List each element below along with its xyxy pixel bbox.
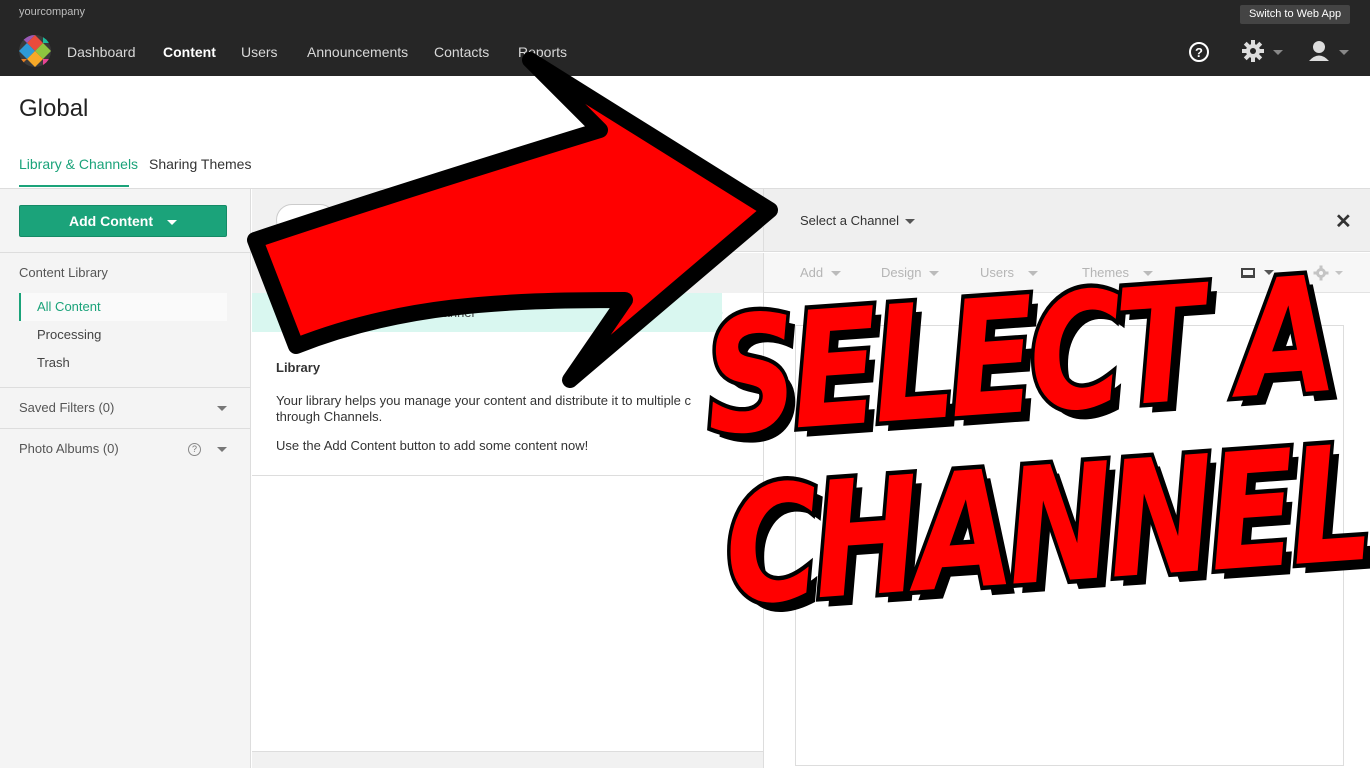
channel-caption: CHANNEL	[715, 408, 1370, 646]
